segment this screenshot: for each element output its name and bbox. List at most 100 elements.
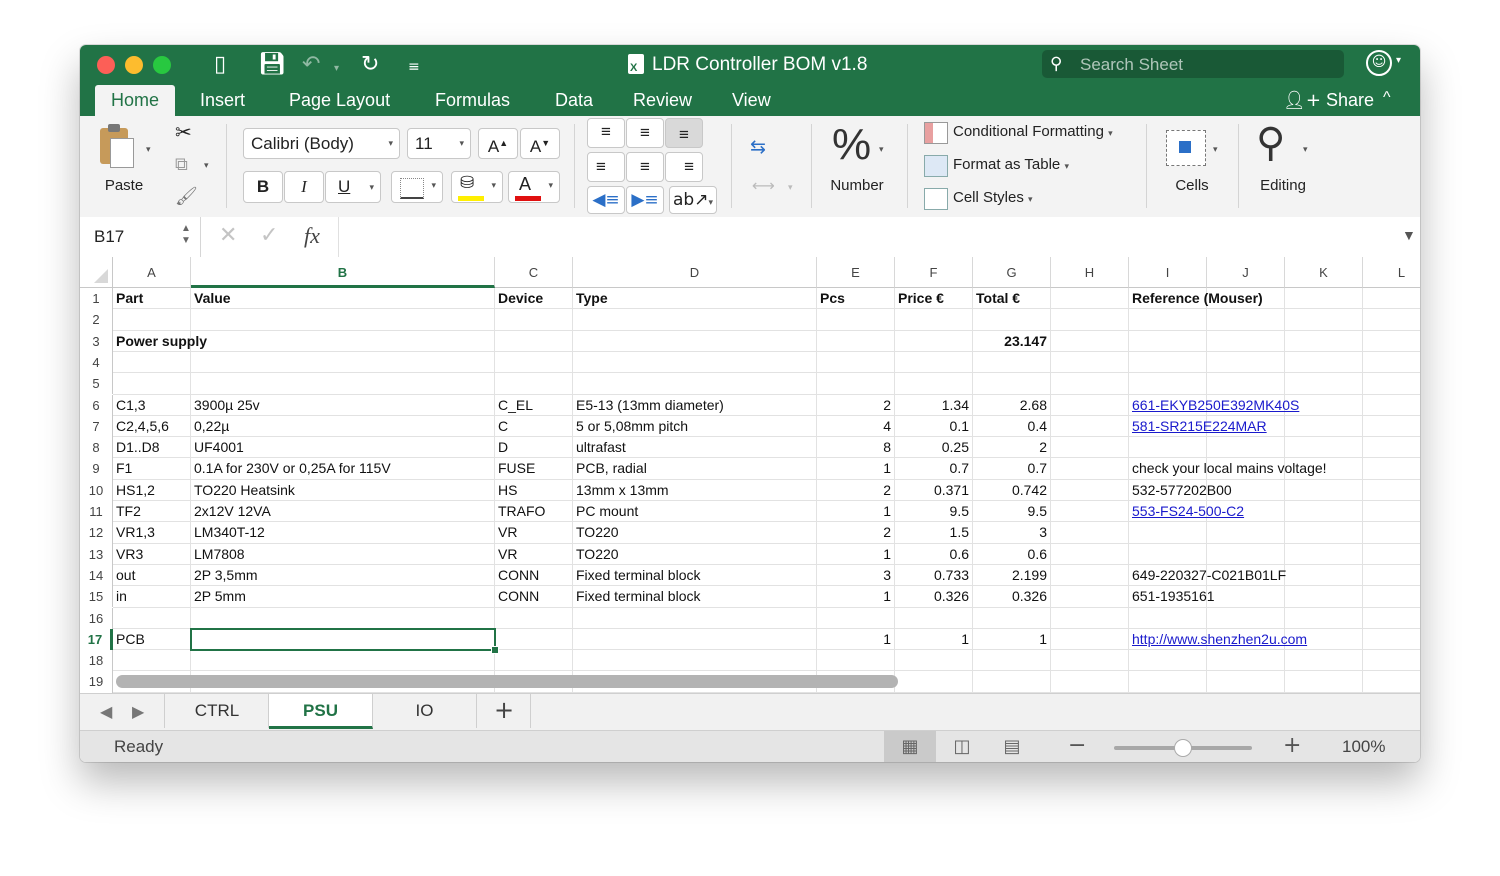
expand-formula-bar-icon[interactable]: ▼: [1402, 227, 1416, 243]
zoom-slider-thumb[interactable]: [1174, 739, 1192, 757]
row-header-9[interactable]: 9: [80, 458, 113, 480]
italic-button[interactable]: I: [284, 171, 324, 203]
format-painter-icon[interactable]: 🖌︎: [175, 186, 198, 207]
close-window-button[interactable]: [97, 56, 115, 74]
zoom-window-button[interactable]: [153, 56, 171, 74]
tab-data[interactable]: Data: [555, 85, 593, 116]
bold-button[interactable]: B: [243, 171, 283, 203]
cancel-formula-icon[interactable]: ✕: [219, 223, 237, 248]
font-name-select[interactable]: Calibri (Body) ▾: [243, 128, 400, 159]
name-box[interactable]: B17: [94, 227, 124, 247]
sheet-tab-ctrl[interactable]: CTRL: [166, 694, 269, 728]
customize-toolbar-icon[interactable]: ≡: [408, 53, 420, 81]
align-left-button[interactable]: ≡: [587, 152, 625, 182]
percent-icon[interactable]: %: [832, 120, 871, 170]
column-header-h[interactable]: H: [1051, 257, 1129, 288]
next-sheet-icon[interactable]: ▶: [132, 702, 144, 721]
column-header-g[interactable]: G: [973, 257, 1051, 288]
add-sheet-icon[interactable]: +: [494, 696, 514, 724]
column-header-j[interactable]: J: [1207, 257, 1285, 288]
redo-icon[interactable]: ↻: [361, 51, 379, 79]
decrease-indent-button[interactable]: ◀≡: [587, 186, 625, 214]
row-header-10[interactable]: 10: [80, 479, 113, 501]
selected-cell-b17[interactable]: [190, 627, 499, 655]
increase-indent-button[interactable]: ▶≡: [626, 186, 664, 214]
search-sheet-box[interactable]: ⚲ Search Sheet: [1042, 50, 1344, 78]
cell-link-i11[interactable]: 553-FS24-500-C2: [1132, 501, 1244, 522]
column-header-c[interactable]: C: [495, 257, 573, 288]
feedback-smiley-icon[interactable]: ☺: [1366, 50, 1392, 76]
fill-color-button[interactable]: ⛁ ▾: [451, 171, 503, 203]
page-layout-view-icon[interactable]: ◫: [936, 731, 988, 762]
column-header-a[interactable]: A: [113, 257, 191, 288]
row-header-17[interactable]: 17: [80, 628, 113, 651]
row-header-8[interactable]: 8: [80, 437, 113, 459]
number-dropdown-icon[interactable]: ▾: [879, 144, 884, 155]
format-as-table-button[interactable]: Format as Table ▾: [953, 156, 1069, 173]
tab-page-layout[interactable]: Page Layout: [289, 85, 390, 116]
orientation-button[interactable]: ab↗▾: [669, 186, 717, 214]
row-header-5[interactable]: 5: [80, 373, 113, 395]
name-box-stepper-icon[interactable]: ▲ ▼: [181, 223, 191, 247]
cells-button[interactable]: Cells: [1162, 177, 1222, 194]
tab-insert[interactable]: Insert: [200, 85, 245, 116]
copy-icon[interactable]: ⧉: [175, 154, 188, 175]
horizontal-scrollbar[interactable]: [116, 675, 898, 688]
row-header-15[interactable]: 15: [80, 586, 113, 608]
align-top-button[interactable]: ≡: [587, 118, 625, 148]
copy-dropdown-icon[interactable]: ▾: [204, 160, 209, 171]
row-header-4[interactable]: 4: [80, 351, 113, 374]
align-middle-button[interactable]: ≡: [626, 118, 664, 148]
cells-icon[interactable]: [1166, 130, 1206, 166]
tab-review[interactable]: Review: [633, 85, 692, 116]
cells-dropdown-icon[interactable]: ▾: [1213, 144, 1218, 155]
borders-button[interactable]: ▾: [391, 171, 443, 203]
row-header-2[interactable]: 2: [80, 309, 113, 331]
row-header-11[interactable]: 11: [80, 501, 113, 523]
shrink-font-button[interactable]: A▼: [520, 128, 560, 159]
page-break-view-icon[interactable]: ▤: [986, 731, 1038, 762]
sheet-tab-psu[interactable]: PSU: [269, 694, 373, 729]
cut-icon[interactable]: ✂: [175, 120, 192, 144]
tab-view[interactable]: View: [732, 85, 771, 116]
paste-icon[interactable]: [98, 124, 134, 168]
column-header-i[interactable]: I: [1129, 257, 1207, 288]
zoom-out-icon[interactable]: −: [1068, 733, 1086, 758]
column-header-k[interactable]: K: [1285, 257, 1363, 288]
wrap-text-icon[interactable]: ⇆: [750, 136, 766, 158]
row-header-3[interactable]: 3: [80, 330, 113, 352]
row-header-13[interactable]: 13: [80, 543, 113, 565]
column-header-f[interactable]: F: [895, 257, 973, 288]
minimize-window-button[interactable]: [125, 56, 143, 74]
paste-button[interactable]: Paste: [100, 177, 148, 194]
row-header-12[interactable]: 12: [80, 522, 113, 544]
number-format-button[interactable]: Number: [820, 177, 894, 194]
editing-button[interactable]: Editing: [1250, 177, 1316, 194]
magnifier-icon[interactable]: ⚲: [1256, 120, 1285, 166]
row-header-18[interactable]: 18: [80, 650, 113, 672]
feedback-dropdown-icon[interactable]: ▾: [1396, 55, 1401, 66]
row-header-19[interactable]: 19: [80, 671, 113, 693]
undo-dropdown-icon[interactable]: ▾: [334, 55, 339, 83]
prev-sheet-icon[interactable]: ◀: [100, 702, 112, 721]
column-header-l[interactable]: L: [1363, 257, 1420, 288]
zoom-in-icon[interactable]: +: [1283, 733, 1301, 758]
align-bottom-button[interactable]: ≡: [665, 118, 703, 148]
save-icon[interactable]: 💾︎: [258, 51, 286, 79]
row-header-7[interactable]: 7: [80, 415, 113, 438]
cell-link-i6[interactable]: 661-EKYB250E392MK40S: [1132, 395, 1299, 416]
share-button[interactable]: 👤︎+ Share: [1283, 85, 1374, 116]
tab-home[interactable]: Home: [95, 85, 176, 116]
normal-view-icon[interactable]: ▦: [884, 731, 936, 762]
conditional-formatting-button[interactable]: Conditional Formatting ▾: [953, 123, 1113, 140]
row-header-16[interactable]: 16: [80, 607, 113, 629]
align-center-button[interactable]: ≡: [626, 152, 664, 182]
zoom-level[interactable]: 100%: [1342, 737, 1385, 757]
undo-icon[interactable]: ↶: [302, 51, 320, 79]
font-color-button[interactable]: A ▾: [508, 171, 560, 203]
tab-formulas[interactable]: Formulas: [435, 85, 510, 116]
sheet-tab-io[interactable]: IO: [373, 694, 477, 728]
font-size-select[interactable]: 11 ▾: [407, 128, 471, 159]
row-header-6[interactable]: 6: [80, 394, 113, 416]
column-header-b[interactable]: B: [191, 257, 495, 288]
